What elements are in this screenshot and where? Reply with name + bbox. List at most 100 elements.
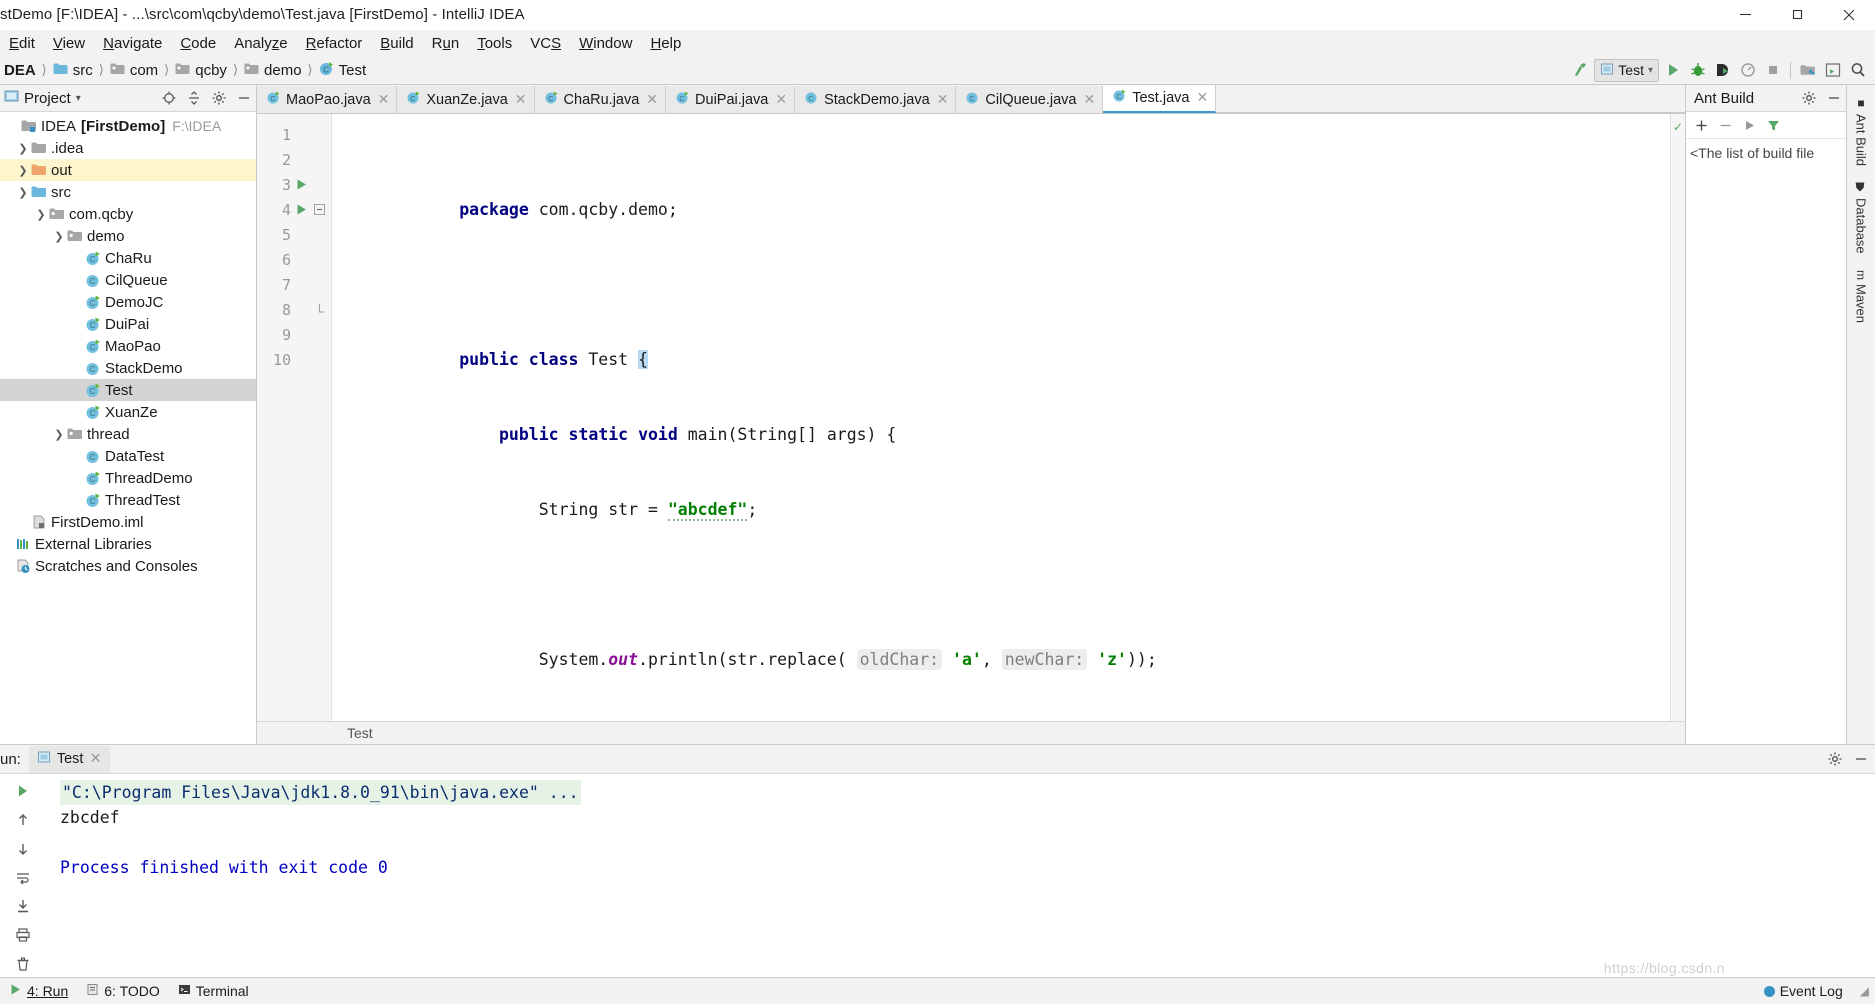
scroll-down-icon[interactable] xyxy=(10,836,36,862)
menu-help[interactable]: Help xyxy=(641,33,690,54)
locate-icon[interactable] xyxy=(159,88,179,108)
build-icon[interactable] xyxy=(1569,59,1591,81)
close-icon[interactable]: ✕ xyxy=(775,91,787,108)
menu-vcs[interactable]: VCS xyxy=(521,33,570,54)
tree-row-src-folder[interactable]: ❯ src xyxy=(0,181,256,203)
print-icon[interactable] xyxy=(10,922,36,948)
tool-button-database[interactable]: ⛊ Database xyxy=(1851,175,1872,261)
tree-row-class-test[interactable]: C Test xyxy=(0,379,256,401)
search-icon[interactable] xyxy=(1847,59,1869,81)
menu-analyze[interactable]: Analyze xyxy=(225,33,296,54)
close-icon[interactable]: ✕ xyxy=(646,91,658,108)
tab-maopao-java[interactable]: C MaoPao.java ✕ xyxy=(257,86,398,113)
rerun-icon[interactable] xyxy=(10,778,36,804)
tree-row-class-datatest[interactable]: C DataTest xyxy=(0,445,256,467)
close-icon[interactable]: ✕ xyxy=(378,91,390,108)
project-tree[interactable]: IDEA [FirstDemo] F:\IDEA ❯ .idea ❯ out ❯… xyxy=(0,112,256,744)
tree-row-class-threaddemo[interactable]: C ThreadDemo xyxy=(0,467,256,489)
breadcrumb-demo[interactable]: demo xyxy=(240,61,306,80)
close-icon[interactable]: ✕ xyxy=(1196,89,1208,106)
tree-row-class-demojc[interactable]: C DemoJC xyxy=(0,291,256,313)
tree-row-package-demo[interactable]: ❯ demo xyxy=(0,225,256,247)
remove-icon[interactable] xyxy=(1714,114,1736,136)
project-structure-icon[interactable] xyxy=(1797,59,1819,81)
chevron-down-icon[interactable]: ❯ xyxy=(52,428,66,441)
run-icon[interactable] xyxy=(1662,59,1684,81)
gear-icon[interactable] xyxy=(1825,749,1845,769)
menu-run[interactable]: Run xyxy=(423,33,469,54)
tree-row-out-folder[interactable]: ❯ out xyxy=(0,159,256,181)
run-icon[interactable] xyxy=(1738,114,1760,136)
tree-row-file-iml[interactable]: FirstDemo.iml xyxy=(0,511,256,533)
fold-collapse-icon[interactable] xyxy=(311,204,327,215)
tree-row-class-stackdemo[interactable]: C StackDemo xyxy=(0,357,256,379)
menu-view[interactable]: View xyxy=(44,33,94,54)
scroll-end-icon[interactable] xyxy=(10,893,36,919)
run-coverage-icon[interactable] xyxy=(1712,59,1734,81)
tree-row-class-charu[interactable]: C ChaRu xyxy=(0,247,256,269)
menu-tools[interactable]: Tools xyxy=(468,33,521,54)
hide-icon[interactable] xyxy=(1851,749,1871,769)
tab-charu-java[interactable]: C ChaRu.java ✕ xyxy=(534,86,667,113)
menu-edit[interactable]: Edit xyxy=(0,33,44,54)
run-configuration-selector[interactable]: Test ▾ xyxy=(1594,58,1659,82)
chevron-right-icon[interactable]: ❯ xyxy=(16,164,30,177)
tab-stackdemo-java[interactable]: C StackDemo.java ✕ xyxy=(795,86,957,113)
tree-row-class-maopao[interactable]: C MaoPao xyxy=(0,335,256,357)
hide-icon[interactable] xyxy=(234,88,254,108)
tree-row-module[interactable]: IDEA [FirstDemo] F:\IDEA xyxy=(0,115,256,137)
tab-xuanze-java[interactable]: C XuanZe.java ✕ xyxy=(397,86,535,113)
menu-build[interactable]: Build xyxy=(371,33,422,54)
filter-icon[interactable] xyxy=(1762,114,1784,136)
collapse-all-icon[interactable] xyxy=(184,88,204,108)
project-panel-title[interactable]: Project ▾ xyxy=(4,89,81,107)
menu-refactor[interactable]: Refactor xyxy=(297,33,372,54)
fold-end-icon[interactable] xyxy=(311,304,327,315)
run-gutter-icon[interactable] xyxy=(291,178,311,191)
stop-icon[interactable] xyxy=(1762,59,1784,81)
tree-row-class-cilqueue[interactable]: C CilQueue xyxy=(0,269,256,291)
close-icon[interactable]: ✕ xyxy=(1084,91,1096,108)
breadcrumb-project[interactable]: DEA xyxy=(0,61,40,80)
close-icon[interactable]: ✕ xyxy=(89,751,101,767)
settings-icon[interactable] xyxy=(1822,59,1844,81)
menu-window[interactable]: Window xyxy=(570,33,641,54)
breadcrumb-src[interactable]: src xyxy=(49,61,97,80)
tree-row-idea-folder[interactable]: ❯ .idea xyxy=(0,137,256,159)
breadcrumb-qcby[interactable]: qcby xyxy=(171,61,231,80)
tab-duipai-java[interactable]: C DuiPai.java ✕ xyxy=(666,86,796,113)
soft-wrap-icon[interactable] xyxy=(10,865,36,891)
chevron-down-icon[interactable]: ❯ xyxy=(16,186,30,199)
gear-icon[interactable] xyxy=(1799,88,1819,108)
editor-gutter[interactable]: 1 2 3 4 5 6 7 8 9 10 xyxy=(257,114,332,721)
minimize-button[interactable] xyxy=(1719,0,1771,29)
tree-row-external-libraries[interactable]: External Libraries xyxy=(0,533,256,555)
gear-icon[interactable] xyxy=(209,88,229,108)
tree-row-scratches-consoles[interactable]: Scratches and Consoles xyxy=(0,555,256,577)
status-event-log-button[interactable]: Event Log xyxy=(1755,981,1852,1001)
close-icon[interactable]: ✕ xyxy=(515,91,527,108)
chevron-right-icon[interactable]: ❯ xyxy=(16,142,30,155)
menu-code[interactable]: Code xyxy=(171,33,225,54)
run-tab-test[interactable]: Test ✕ xyxy=(28,745,110,773)
debug-icon[interactable] xyxy=(1687,59,1709,81)
status-resize-grip[interactable]: ◢ xyxy=(1860,984,1869,998)
chevron-down-icon[interactable]: ❯ xyxy=(34,208,48,221)
tool-button-ant-build[interactable]: ■ Ant Build xyxy=(1851,89,1872,173)
editor-marker-bar[interactable]: ✓ xyxy=(1670,114,1685,721)
tool-button-maven[interactable]: m Maven xyxy=(1851,263,1872,330)
clear-all-icon[interactable] xyxy=(10,951,36,977)
chevron-down-icon[interactable]: ❯ xyxy=(52,230,66,243)
tab-test-java[interactable]: C Test.java ✕ xyxy=(1103,85,1217,113)
add-icon[interactable] xyxy=(1690,114,1712,136)
editor-breadcrumb-label[interactable]: Test xyxy=(347,725,373,741)
tree-row-class-duipai[interactable]: C DuiPai xyxy=(0,313,256,335)
close-icon[interactable]: ✕ xyxy=(937,91,949,108)
tree-row-package-thread[interactable]: ❯ thread xyxy=(0,423,256,445)
breadcrumb-test-class[interactable]: C Test xyxy=(315,60,371,81)
maximize-button[interactable] xyxy=(1771,0,1823,29)
hide-icon[interactable] xyxy=(1824,88,1844,108)
tree-row-package-comqcby[interactable]: ❯ com.qcby xyxy=(0,203,256,225)
breadcrumb-com[interactable]: com xyxy=(106,61,162,80)
profile-icon[interactable] xyxy=(1737,59,1759,81)
